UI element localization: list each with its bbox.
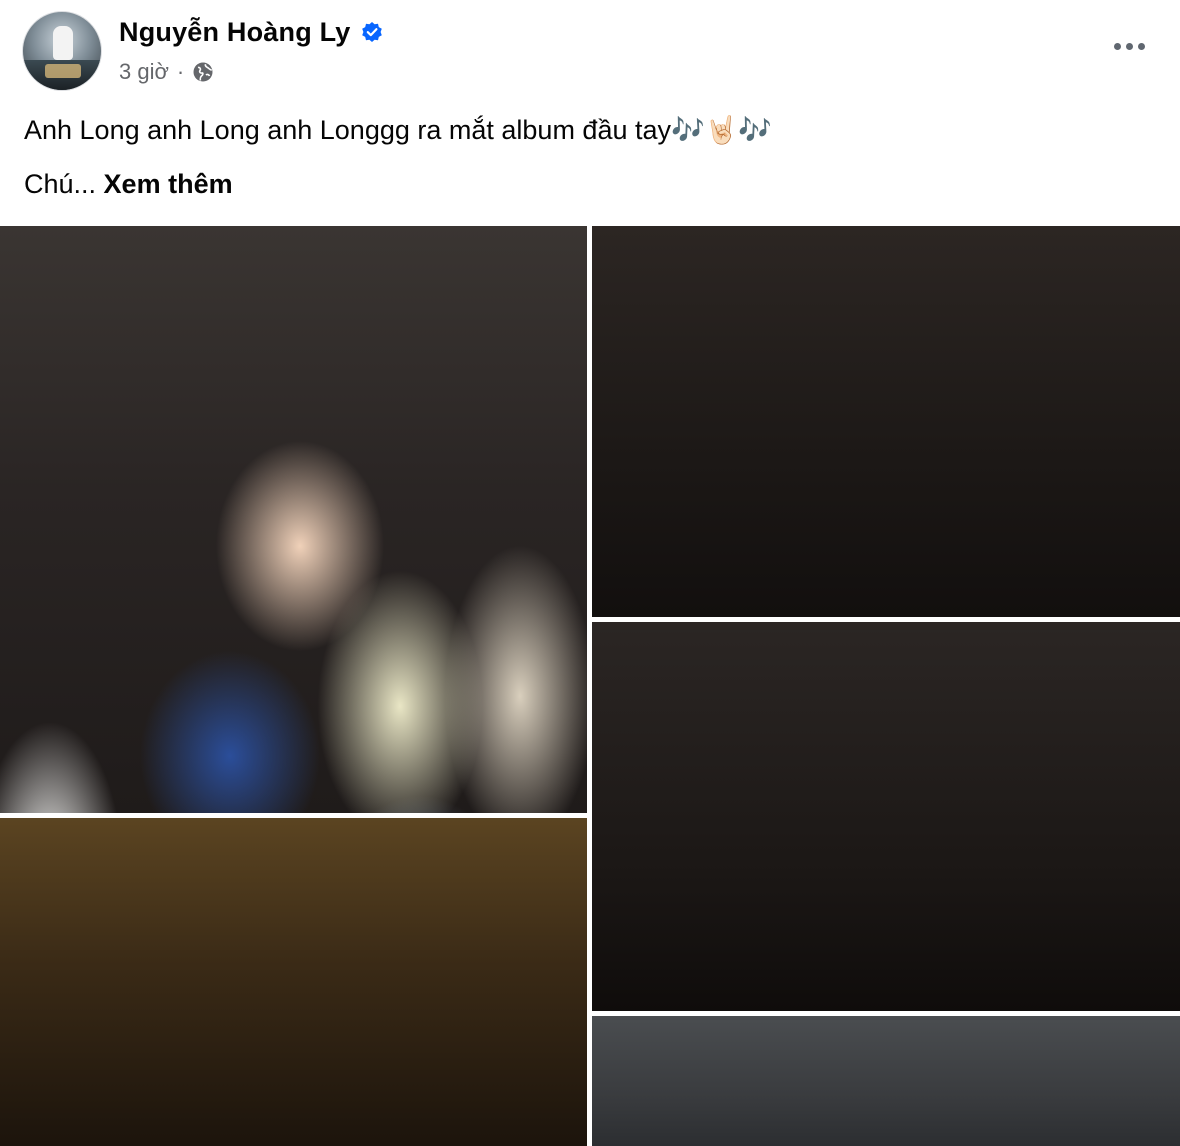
photo-1[interactable] [0,226,587,813]
photo-5[interactable] [592,1016,1180,1146]
see-more-link[interactable]: Xem thêm [104,169,233,199]
photo-4[interactable] [0,818,587,1146]
more-options-icon-dot [1125,42,1133,50]
post-meta: 3 giờ · [119,57,214,87]
author-avatar[interactable] [22,11,102,91]
post-text-truncated: Chú... [24,169,104,199]
photo-3[interactable] [592,622,1180,1011]
verified-badge-icon [361,21,383,43]
author-name-row: Nguyễn Hoàng Ly [119,14,383,50]
photo-2[interactable] [592,226,1180,617]
more-options-icon-dot [1137,42,1145,50]
post-header: Nguyễn Hoàng Ly 3 giờ · [0,0,1180,100]
author-name[interactable]: Nguyễn Hoàng Ly [119,17,351,48]
post-text-line1: Anh Long anh Long anh Longgg ra mắt albu… [24,115,772,145]
globe-icon[interactable] [192,61,214,83]
avatar-logo [45,64,81,78]
meta-separator: · [176,59,185,84]
more-options-button[interactable] [1108,30,1150,62]
more-options-icon [1113,42,1121,50]
post-text-line2: Chú... Xem thêm [24,164,233,204]
post-timestamp[interactable]: 3 giờ [119,59,169,85]
avatar-figure [53,26,73,60]
